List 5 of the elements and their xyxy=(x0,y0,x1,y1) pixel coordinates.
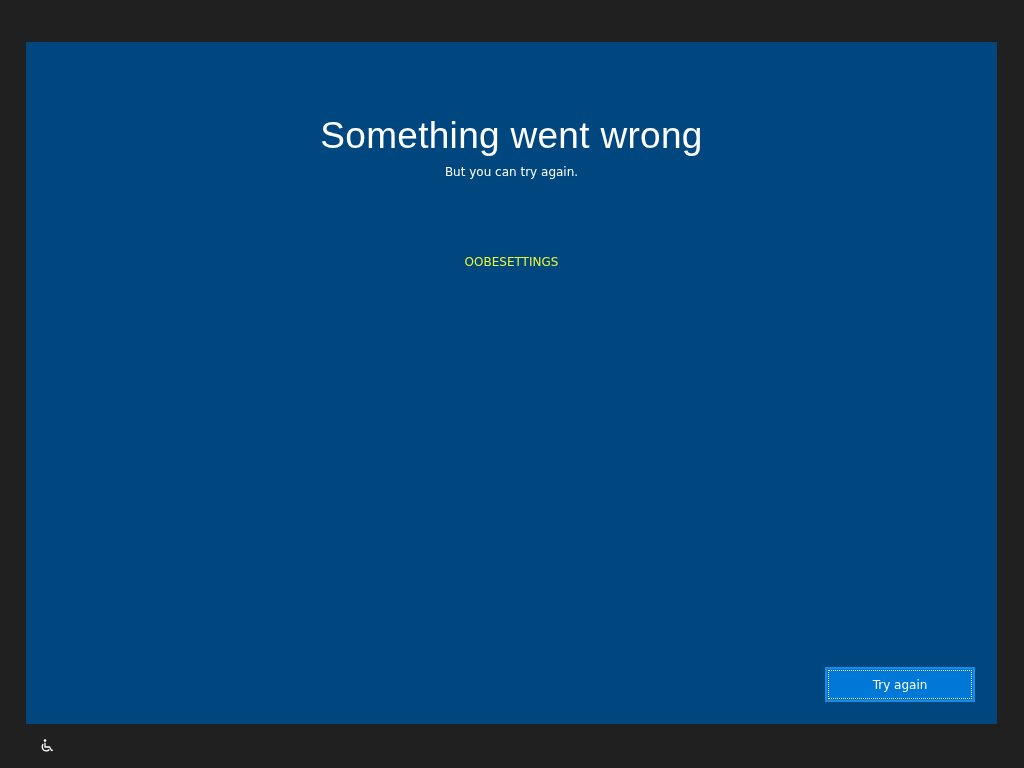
try-again-button[interactable]: Try again xyxy=(825,667,975,702)
error-code: OOBESETTINGS xyxy=(464,255,559,269)
error-title: Something went wrong xyxy=(320,115,703,157)
accessibility-icon[interactable] xyxy=(40,739,54,753)
error-subtitle: But you can try again. xyxy=(444,165,579,179)
